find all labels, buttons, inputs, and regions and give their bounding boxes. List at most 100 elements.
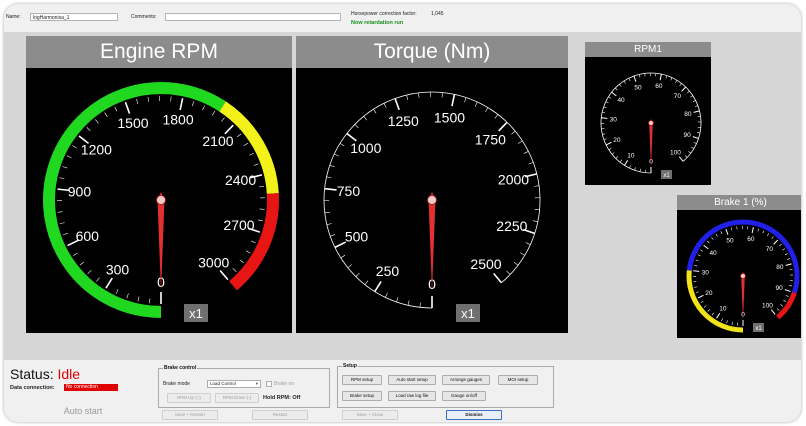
torque-minor-tick bbox=[418, 92, 420, 98]
engine-rpm-title: Engine RPM bbox=[26, 36, 292, 68]
torque-minor-tick bbox=[494, 114, 499, 119]
save-close-button[interactable]: Save + Close bbox=[342, 410, 398, 420]
brake1-minor-tick bbox=[757, 228, 760, 232]
rpm-tick-label: 3000 bbox=[198, 255, 229, 271]
rpm1-minor-tick bbox=[603, 106, 607, 109]
load-raw-log-button[interactable]: Load raw log file bbox=[388, 391, 436, 401]
brake1-tick-label: 40 bbox=[709, 250, 717, 257]
rpm-tick-label: 1800 bbox=[162, 112, 193, 128]
rpm-band-2 bbox=[229, 193, 279, 291]
status-label: Status: bbox=[10, 366, 54, 382]
rpm-major-tick bbox=[105, 277, 113, 289]
rpm-down-button[interactable]: RPM Down (-) bbox=[215, 393, 259, 403]
torque-minor-tick bbox=[464, 97, 467, 103]
torque-minor-tick bbox=[326, 176, 332, 179]
brake1-minor-tick bbox=[703, 305, 707, 308]
rpm-tick-label: 1500 bbox=[117, 115, 148, 131]
rpm1-minor-tick bbox=[694, 105, 698, 107]
brake1-minor-tick bbox=[720, 231, 723, 235]
header-bar: Name: logHarmonisa_1 Comments: Horsepowe… bbox=[4, 4, 801, 32]
torque-minor-tick bbox=[364, 280, 369, 285]
brake1-tick-label: 30 bbox=[702, 269, 710, 276]
brake1-minor-tick bbox=[762, 230, 765, 234]
torque-major-tick bbox=[451, 94, 456, 107]
torque-major-tick bbox=[394, 98, 400, 111]
rpm-minor-tick bbox=[115, 289, 119, 294]
rpm1-minor-tick bbox=[608, 147, 612, 151]
rpm1-minor-tick bbox=[688, 151, 692, 154]
rpm-minor-tick bbox=[245, 250, 251, 254]
rpm1-tick-label: 20 bbox=[613, 137, 621, 144]
brake1-minor-tick bbox=[784, 253, 788, 256]
brake-setup-button[interactable]: Brake setup bbox=[342, 391, 382, 401]
rpm1-major-tick bbox=[611, 91, 617, 97]
auto-start-button[interactable]: Auto start bbox=[8, 404, 158, 418]
auto-start-setup-button[interactable]: Auto start setup bbox=[388, 375, 436, 385]
torque-tick-label: 750 bbox=[337, 183, 361, 199]
rpm1-major-tick bbox=[692, 136, 699, 139]
save-restart-button[interactable]: Save + Restart bbox=[162, 410, 218, 420]
brake1-minor-tick bbox=[780, 304, 784, 307]
rpm-minor-tick bbox=[136, 98, 139, 104]
dismiss-button[interactable]: Dismiss bbox=[446, 410, 502, 420]
brake-mode-select[interactable]: Load Control ▾ bbox=[207, 380, 261, 388]
rpm1-major-tick bbox=[678, 156, 684, 162]
rpm1-major-tick bbox=[605, 141, 612, 146]
rpm-tick-label: 2400 bbox=[225, 172, 256, 188]
rpm1-minor-tick bbox=[679, 83, 682, 86]
rpm-multiplier-label: x1 bbox=[189, 306, 203, 321]
rpm-minor-tick bbox=[249, 152, 254, 156]
brake-on-checkbox[interactable] bbox=[266, 381, 272, 387]
brake1-tick-label: 80 bbox=[776, 264, 784, 271]
name-label: Name: bbox=[6, 14, 21, 20]
comments-field[interactable] bbox=[165, 13, 341, 21]
rpm1-minor-tick bbox=[615, 156, 619, 159]
rpm-minor-tick bbox=[237, 133, 242, 138]
torque-minor-tick bbox=[396, 297, 399, 303]
rpm1-minor-tick bbox=[639, 168, 641, 172]
brake1-minor-tick bbox=[730, 227, 733, 231]
rpm-up-button[interactable]: RPM Up (+) bbox=[167, 393, 211, 403]
rpm1-minor-tick bbox=[690, 95, 694, 98]
gauge-toggle-button[interactable]: Gauge on/off bbox=[442, 391, 486, 401]
brake1-major-tick bbox=[703, 244, 709, 250]
rpm-minor-tick bbox=[253, 163, 259, 166]
status-display: Status: Idle bbox=[10, 366, 80, 382]
torque-tick-label: 1000 bbox=[350, 140, 381, 156]
arrange-gauges-button[interactable]: Arrange gauges bbox=[442, 375, 490, 385]
brake1-minor-tick bbox=[786, 258, 790, 260]
rpm-setup-button[interactable]: RPM setup bbox=[342, 375, 382, 385]
brake-control-group: Brake control Brake mode Load Control ▾ … bbox=[158, 365, 330, 408]
brake1-minor-tick bbox=[695, 291, 699, 294]
hp-correction-value: 1,045 bbox=[431, 11, 444, 17]
restart-button[interactable]: Restart bbox=[252, 410, 308, 420]
brake1-minor-tick bbox=[782, 248, 786, 251]
brake1-minor-tick bbox=[731, 321, 733, 325]
rpm1-tick-label: 100 bbox=[670, 149, 681, 156]
torque-needle-hub bbox=[427, 195, 437, 205]
brake1-minor-tick bbox=[700, 249, 704, 252]
name-field[interactable]: logHarmonisa_1 bbox=[30, 13, 118, 21]
torque-minor-tick bbox=[385, 292, 388, 298]
brake1-tick-label: 70 bbox=[766, 246, 774, 253]
rpm1-tick-label: 40 bbox=[617, 97, 625, 104]
rpm1-minor-tick bbox=[623, 80, 626, 84]
rpm-minor-tick bbox=[243, 142, 249, 147]
rpm1-tick-label: 90 bbox=[684, 132, 692, 139]
rpm-minor-tick bbox=[57, 211, 63, 213]
brake1-minor-tick bbox=[700, 300, 704, 304]
brake-control-title: Brake control bbox=[163, 365, 198, 371]
rpm1-minor-tick bbox=[684, 155, 688, 158]
moi-setup-button[interactable]: MOI setup bbox=[498, 375, 538, 385]
torque-minor-tick bbox=[407, 300, 410, 306]
brake1-minor-tick bbox=[779, 243, 782, 247]
rpm1-tick-label: 50 bbox=[634, 85, 642, 92]
brake1-minor-tick bbox=[711, 312, 715, 316]
setup-title: Setup bbox=[342, 363, 358, 369]
brake1-major-tick bbox=[693, 270, 700, 272]
rpm1-tick-label: 70 bbox=[674, 93, 682, 100]
status-value: Idle bbox=[57, 366, 81, 382]
connection-status-badge: No connection bbox=[64, 384, 118, 391]
rpm-minor-tick bbox=[104, 112, 108, 117]
torque-minor-tick bbox=[532, 220, 538, 223]
